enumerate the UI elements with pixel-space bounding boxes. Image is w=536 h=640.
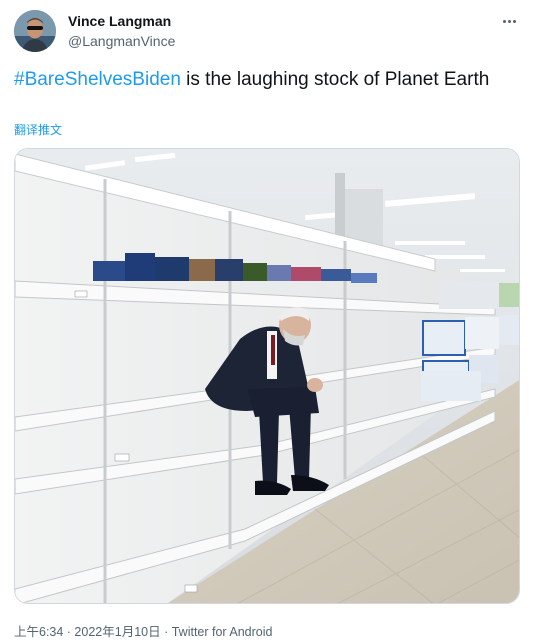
hashtag-link[interactable]: #BareShelvesBiden <box>14 69 181 90</box>
translate-tweet-link[interactable]: 翻译推文 <box>14 121 62 138</box>
tweet-media-photo[interactable] <box>14 148 520 604</box>
more-icon-dot <box>512 19 516 23</box>
supermarket-photo-icon <box>15 149 519 603</box>
more-options-button[interactable] <box>498 12 520 30</box>
tweet-metadata: 上午6:34 · 2022年1月10日 · Twitter for Androi… <box>14 621 272 640</box>
tweet-body-text: is the laughing stock of Planet Earth <box>180 69 490 90</box>
tweet-source: Twitter for Android <box>171 625 273 639</box>
more-icon-dot <box>507 19 511 23</box>
user-handle[interactable]: @LangmanVince <box>68 33 175 49</box>
tweet-text: #BareShelvesBiden is the laughing stock … <box>14 67 514 92</box>
user-display-name[interactable]: Vince Langman <box>68 13 171 29</box>
avatar[interactable] <box>14 10 56 52</box>
more-icon-dot <box>502 19 506 23</box>
tweet-timestamp[interactable]: 上午6:34 · 2022年1月10日 <box>14 625 161 639</box>
tweet-card: Vince Langman @LangmanVince #BareShelves… <box>0 0 536 640</box>
profile-photo-icon <box>14 10 56 52</box>
meta-separator: · <box>160 625 172 639</box>
